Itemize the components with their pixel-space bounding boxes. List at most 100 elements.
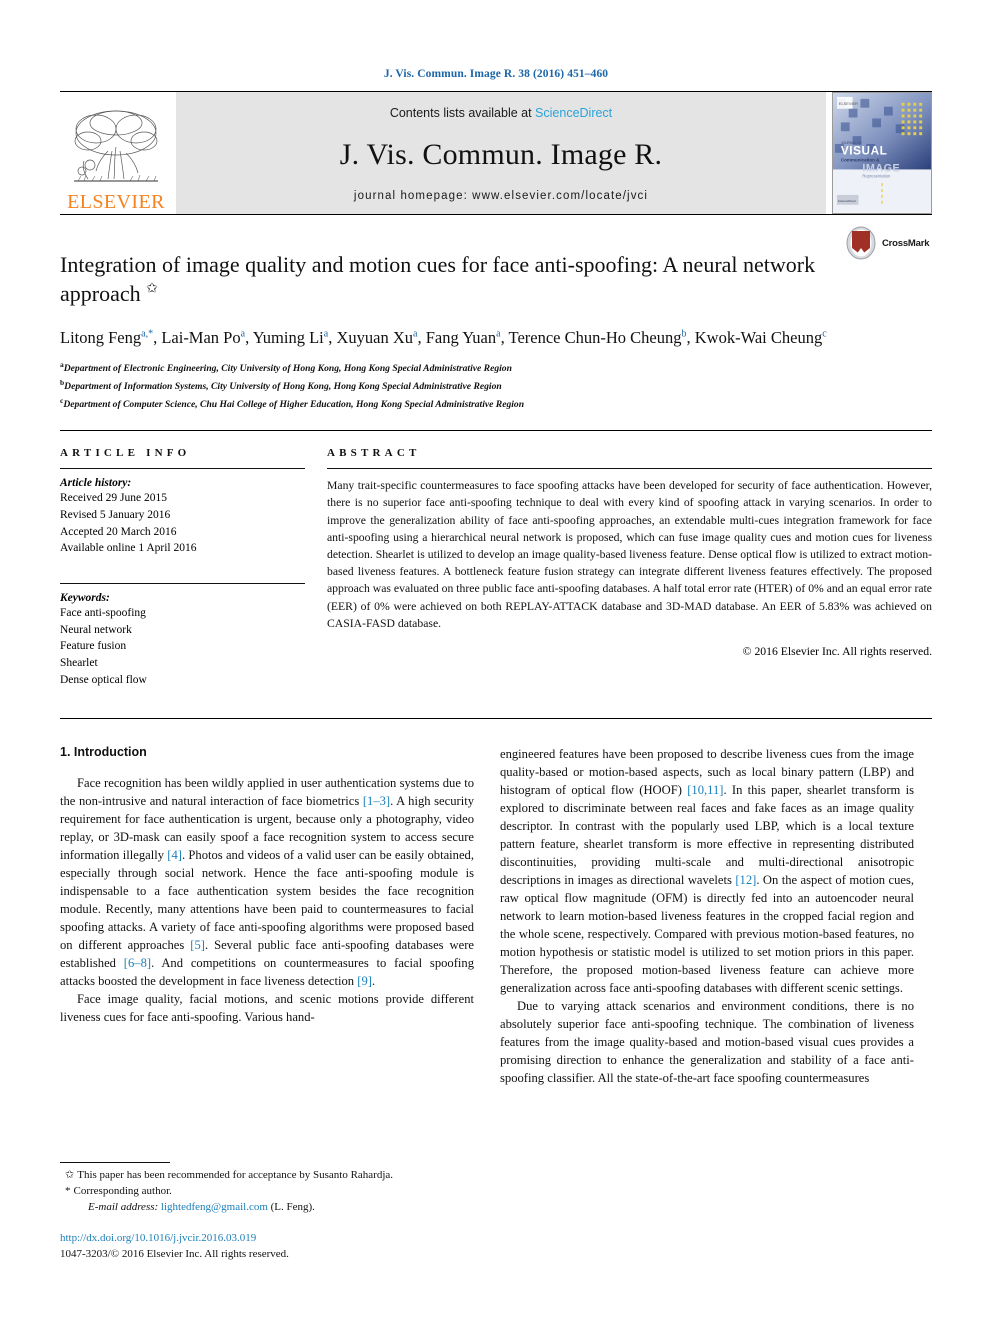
article-info-column: ARTICLE INFO Article history: Received 2…: [60, 447, 305, 688]
svg-text:VISUAL: VISUAL: [841, 145, 888, 158]
author-name: Yuming Li: [252, 328, 324, 348]
svg-text:Representation: Representation: [862, 173, 891, 178]
divider: [327, 468, 932, 470]
page-title: Integration of image quality and motion …: [60, 251, 820, 308]
affiliation: aDepartment of Electronic Engineering, C…: [60, 359, 932, 377]
author-affil-mark: b: [681, 328, 687, 340]
contents-available-line: Contents lists available at ScienceDirec…: [390, 106, 612, 120]
title-footnote-marker: ✩: [146, 281, 158, 297]
author: Fang Yuana: [426, 328, 501, 347]
author-affil-mark: a: [240, 328, 246, 340]
email-link[interactable]: lightedfeng@gmail.com: [161, 1201, 268, 1213]
divider: [60, 468, 305, 470]
paper-title-text: Integration of image quality and motion …: [60, 252, 816, 306]
footnote-text: Corresponding author.: [73, 1185, 172, 1198]
citation-ref[interactable]: [5]: [190, 938, 205, 952]
author-affil-mark: a: [323, 328, 329, 340]
abstract-column: ABSTRACT Many trait-specific countermeas…: [327, 447, 932, 688]
article-info-heading: ARTICLE INFO: [60, 447, 191, 460]
abstract-text: Many trait-specific countermeasures to f…: [327, 479, 932, 630]
email-label: E-mail address:: [88, 1201, 159, 1214]
title-block: CrossMark Integration of image quality a…: [60, 215, 932, 413]
paper-page: J. Vis. Commun. Image R. 38 (2016) 451–4…: [0, 0, 992, 1323]
issn-copyright-line: 1047-3203/© 2016 Elsevier Inc. All right…: [60, 1248, 289, 1261]
divider: [60, 582, 305, 584]
paragraph: Face image quality, facial motions, and …: [60, 992, 474, 1025]
email-owner: (L. Feng).: [270, 1201, 315, 1214]
body-columns: 1. Introduction Face recognition has bee…: [60, 719, 932, 1087]
cover-artwork: ELSEVIER JOURNAL OF VISUAL Communication…: [833, 93, 931, 211]
section-heading-introduction: 1. Introduction: [60, 745, 147, 760]
body-column-right: engineered features have been proposed t…: [500, 745, 914, 1087]
article-info-and-abstract: ARTICLE INFO Article history: Received 2…: [60, 431, 932, 688]
elsevier-wordmark: ELSEVIER: [67, 191, 165, 213]
journal-homepage[interactable]: journal homepage: www.elsevier.com/locat…: [354, 190, 648, 202]
affiliation-text: Department of Computer Science, Chu Hai …: [63, 399, 525, 411]
citation-ref[interactable]: [4]: [167, 848, 182, 862]
citation-ref[interactable]: [10,11]: [687, 783, 723, 797]
affiliation-list: aDepartment of Electronic Engineering, C…: [60, 359, 932, 413]
citation-ref[interactable]: [9]: [357, 974, 372, 988]
affiliation-text: Department of Electronic Engineering, Ci…: [63, 363, 512, 375]
footnote-corresponding-author: * Corresponding author.: [60, 1184, 474, 1200]
author-name: Kwok-Wai Cheung: [694, 328, 823, 348]
crossmark-badge[interactable]: CrossMark: [844, 223, 932, 263]
author-affil-mark: c: [822, 328, 827, 340]
journal-title: J. Vis. Commun. Image R.: [339, 138, 663, 171]
history-accepted: Accepted 20 March 2016: [60, 525, 177, 538]
author: Litong Fenga,*: [60, 328, 153, 347]
contents-band: Contents lists available at ScienceDirec…: [176, 92, 826, 214]
body-column-left: 1. Introduction Face recognition has bee…: [60, 745, 474, 1087]
author-name: Xuyuan Xu: [336, 328, 413, 348]
abstract-heading: ABSTRACT: [327, 447, 421, 460]
running-head: J. Vis. Commun. Image R. 38 (2016) 451–4…: [383, 68, 609, 80]
paragraph: Due to varying attack scenarios and envi…: [500, 999, 914, 1086]
keyword: Neural network: [60, 623, 132, 636]
author: Terence Chun-Ho Cheungb: [509, 328, 687, 347]
citation-ref[interactable]: [1–3]: [363, 794, 390, 808]
citation-ref[interactable]: [6–8]: [124, 956, 151, 970]
author: Xuyuan Xua: [336, 328, 417, 347]
footnote-acceptance: ✩ This paper has been recommended for acc…: [60, 1168, 474, 1184]
footnote-marker: *: [65, 1185, 71, 1198]
crossmark-icon: [846, 226, 876, 260]
keywords-block: Keywords: Face anti-spoofing Neural netw…: [60, 582, 305, 688]
footnote-divider: [60, 1162, 170, 1164]
author-affil-mark: a: [412, 328, 418, 340]
keyword: Shearlet: [60, 656, 98, 669]
author-affil-mark: a,*: [141, 328, 154, 340]
history-revised: Revised 5 January 2016: [60, 508, 171, 521]
paragraph: engineered features have been proposed t…: [500, 747, 914, 996]
sciencedirect-link[interactable]: ScienceDirect: [535, 106, 612, 120]
affiliation: bDepartment of Information Systems, City…: [60, 377, 932, 395]
elsevier-tree-icon: [74, 110, 158, 182]
history-received: Received 29 June 2015: [60, 492, 167, 505]
affiliation-text: Department of Information Systems, City …: [64, 381, 502, 393]
svg-text:ScienceDirect: ScienceDirect: [838, 199, 856, 203]
keyword: Dense optical flow: [60, 673, 147, 686]
svg-text:ELSEVIER: ELSEVIER: [839, 101, 858, 106]
crossmark-label: CrossMark: [882, 237, 930, 249]
footnote-email: E-mail address: lightedfeng@gmail.com (L…: [60, 1200, 474, 1216]
keywords-label: Keywords:: [60, 591, 110, 604]
affiliation: cDepartment of Computer Science, Chu Hai…: [60, 395, 932, 413]
author-affil-mark: a: [496, 328, 501, 340]
footnote-block: ✩ This paper has been recommended for acc…: [60, 1162, 474, 1263]
author-name: Fang Yuan: [425, 328, 497, 348]
elsevier-logo: ELSEVIER: [60, 92, 172, 214]
author: Lai-Man Poa: [161, 328, 245, 347]
footnote-text: This paper has been recommended for acce…: [77, 1169, 394, 1182]
author-name: Litong Feng: [60, 328, 142, 348]
keyword: Feature fusion: [60, 640, 127, 653]
author: Kwok-Wai Cheungc: [695, 328, 827, 347]
journal-cover-image: ELSEVIER JOURNAL OF VISUAL Communication…: [832, 92, 932, 214]
footnote-marker: ✩: [65, 1169, 75, 1182]
author: Yuming Lia: [253, 328, 329, 347]
citation-ref[interactable]: [12]: [735, 873, 756, 887]
article-history-label: Article history:: [60, 477, 132, 490]
history-available-online: Available online 1 April 2016: [60, 542, 197, 555]
doi-link[interactable]: http://dx.doi.org/10.1016/j.jvcir.2016.0…: [60, 1231, 474, 1247]
journal-masthead: ELSEVIER Contents lists available at Sci…: [60, 92, 932, 214]
paragraph: Face recognition has been wildly applied…: [60, 776, 475, 989]
author-name: Terence Chun-Ho Cheung: [508, 328, 682, 348]
